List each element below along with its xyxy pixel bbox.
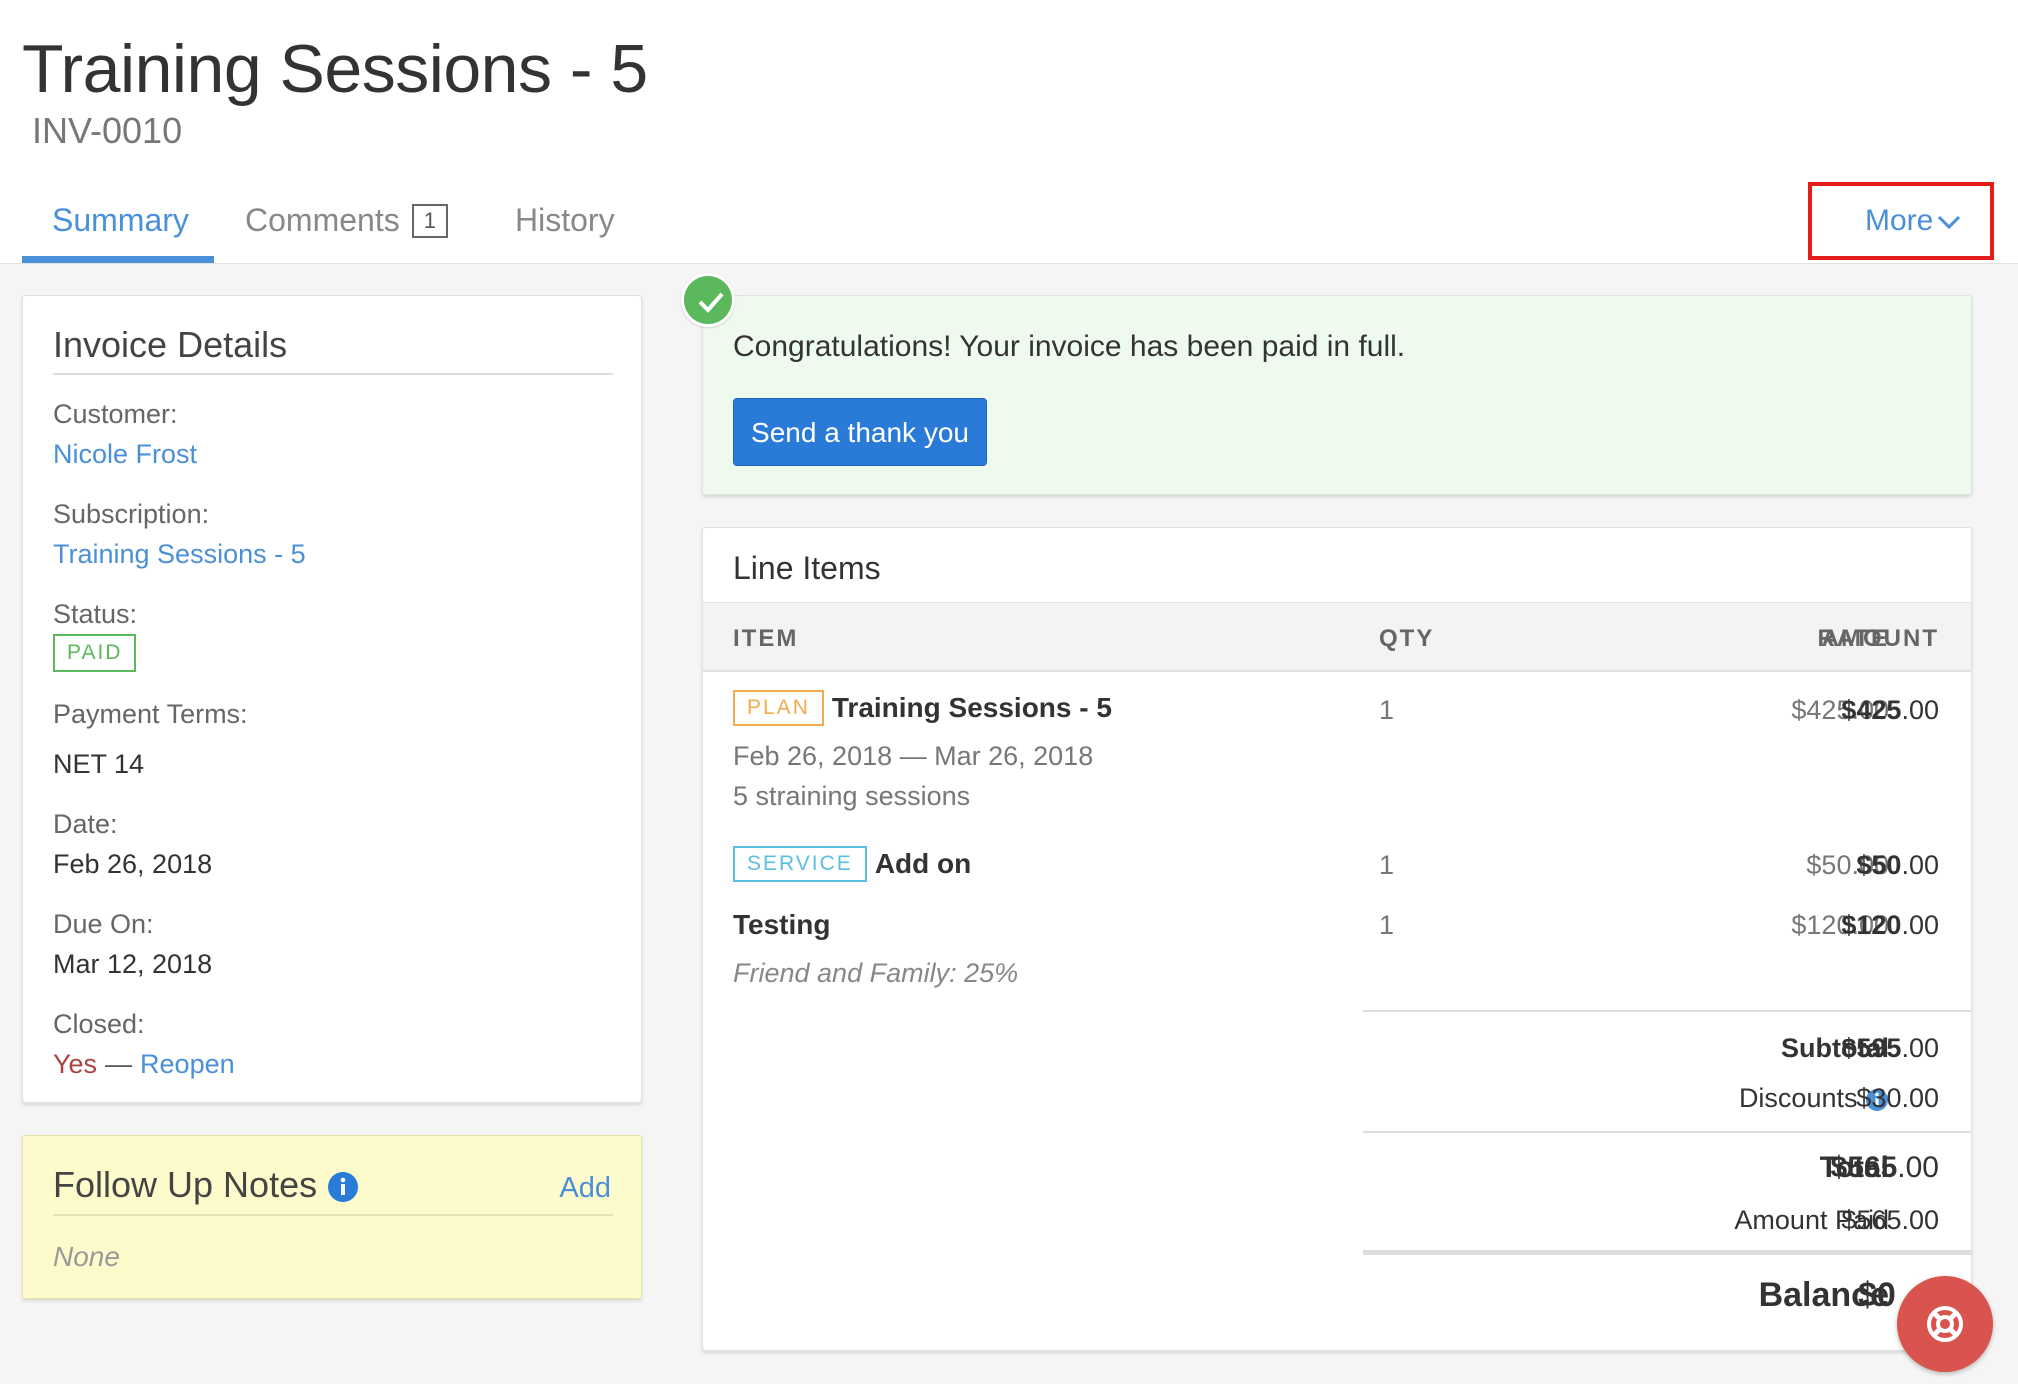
total-value: $565.00 bbox=[1739, 1151, 1939, 1185]
tab-summary-label: Summary bbox=[52, 202, 189, 238]
line-item-qty: 1 bbox=[1379, 695, 1395, 725]
due-on-label: Due On: bbox=[53, 909, 154, 939]
line-item-name: Testing bbox=[733, 908, 831, 940]
customer-label: Customer: bbox=[53, 399, 178, 429]
plan-tag: PLAN bbox=[733, 690, 824, 726]
divider bbox=[1363, 1250, 1971, 1255]
more-label: More bbox=[1865, 204, 1934, 237]
column-header-item: ITEM bbox=[733, 625, 799, 652]
closed-value: Yes bbox=[53, 1049, 98, 1079]
balance-value: $0 bbox=[1858, 1276, 1896, 1314]
invoice-details-card: Invoice Details Customer: Nicole Frost S… bbox=[22, 295, 642, 1103]
subtotal-cents: .00 bbox=[1901, 1033, 1939, 1063]
service-tag: SERVICE bbox=[733, 846, 867, 882]
amount-whole: $120 bbox=[1841, 910, 1902, 940]
closed-separator: — bbox=[105, 1049, 133, 1079]
payment-terms-label: Payment Terms: bbox=[53, 699, 248, 729]
payment-success-panel: Congratulations! Your invoice has been p… bbox=[702, 295, 1972, 495]
amount-cents: .00 bbox=[1901, 910, 1939, 940]
line-item-amount: $50.00 bbox=[1739, 850, 1939, 881]
balance-label: Balance bbox=[1758, 1276, 1889, 1314]
customer-link[interactable]: Nicole Frost bbox=[53, 439, 197, 470]
line-items-card: Line Items ITEM QTY RATE AMOUNT PLAN Trai… bbox=[702, 527, 1972, 1351]
subscription-link[interactable]: Training Sessions - 5 bbox=[53, 539, 306, 570]
payment-terms-value: NET 14 bbox=[53, 749, 145, 779]
page-header: Training Sessions - 5 INV-0010 Summary C… bbox=[0, 0, 2018, 264]
closed-row: Yes — Reopen bbox=[53, 1049, 235, 1080]
page-title: Training Sessions - 5 bbox=[22, 31, 648, 107]
add-note-link[interactable]: Add bbox=[559, 1172, 611, 1205]
comments-count-badge: 1 bbox=[411, 203, 448, 238]
column-header-qty: QTY bbox=[1379, 625, 1435, 652]
amount-cents: .00 bbox=[1901, 695, 1939, 725]
follow-up-notes-card: Follow Up Notes Add None bbox=[22, 1135, 642, 1299]
help-button[interactable] bbox=[1897, 1276, 1993, 1372]
closed-label: Closed: bbox=[53, 1009, 145, 1039]
info-icon[interactable] bbox=[327, 1171, 359, 1203]
line-item-plan: PLAN Training Sessions - 5 bbox=[733, 690, 1112, 726]
line-items-heading: Line Items bbox=[733, 550, 881, 586]
line-item-testing: Testing bbox=[733, 908, 830, 941]
divider bbox=[53, 1214, 613, 1216]
follow-up-notes-title: Follow Up Notes bbox=[53, 1164, 318, 1205]
checkmark-icon bbox=[681, 273, 735, 327]
line-items-header-row: ITEM QTY RATE AMOUNT bbox=[703, 602, 1971, 672]
line-item-period: Feb 26, 2018 — Mar 26, 2018 bbox=[733, 741, 1094, 771]
active-tab-indicator bbox=[22, 256, 214, 263]
tab-history[interactable]: History bbox=[515, 202, 615, 239]
total-whole: $565 bbox=[1830, 1151, 1898, 1184]
line-item-service: SERVICE Add on bbox=[733, 846, 971, 882]
line-item-qty: 1 bbox=[1379, 910, 1395, 940]
divider bbox=[53, 373, 613, 375]
invoice-details-heading: Invoice Details bbox=[53, 324, 288, 365]
line-item-qty: 1 bbox=[1379, 850, 1395, 880]
amount-paid-value: $565.00 bbox=[1841, 1205, 1939, 1235]
date-label: Date: bbox=[53, 809, 118, 839]
subscription-label: Subscription: bbox=[53, 499, 210, 529]
send-thank-you-button[interactable]: Send a thank you bbox=[733, 398, 987, 466]
success-message: Congratulations! Your invoice has been p… bbox=[733, 330, 1406, 363]
line-item-description: 5 straining sessions bbox=[733, 781, 971, 811]
date-value: Feb 26, 2018 bbox=[53, 849, 213, 879]
reopen-link[interactable]: Reopen bbox=[140, 1049, 235, 1079]
chevron-down-icon bbox=[1938, 216, 1961, 230]
follow-up-notes-heading: Follow Up Notes bbox=[53, 1164, 359, 1206]
line-item-name: Training Sessions - 5 bbox=[831, 692, 1112, 723]
tab-comments-label: Comments bbox=[245, 202, 400, 238]
due-on-value: Mar 12, 2018 bbox=[53, 949, 213, 979]
discount-note: Friend and Family: 25% bbox=[733, 958, 1019, 988]
divider bbox=[1363, 1010, 1971, 1012]
tab-comments[interactable]: Comments 1 bbox=[245, 202, 448, 240]
lifebuoy-icon bbox=[1927, 1306, 1963, 1342]
line-item-amount: $120.00 bbox=[1739, 910, 1939, 941]
tab-summary[interactable]: Summary bbox=[52, 202, 189, 239]
line-item-amount: $425.00 bbox=[1739, 695, 1939, 726]
amount-whole: $425 bbox=[1841, 695, 1902, 725]
subtotal-value: $595.00 bbox=[1739, 1033, 1939, 1064]
total-cents: .00 bbox=[1897, 1151, 1939, 1184]
status-label: Status: bbox=[53, 599, 138, 629]
tab-history-label: History bbox=[515, 202, 615, 238]
amount-whole: $50 bbox=[1856, 850, 1902, 880]
notes-empty-text: None bbox=[53, 1241, 120, 1272]
column-header-amount: AMOUNT bbox=[1821, 625, 1939, 652]
discounts-value: $30.00 bbox=[1856, 1083, 1939, 1113]
status-badge: PAID bbox=[53, 634, 137, 672]
more-dropdown-button[interactable]: More bbox=[1865, 204, 1961, 238]
line-item-name: Add on bbox=[874, 848, 972, 879]
amount-cents: .00 bbox=[1901, 850, 1939, 880]
divider bbox=[1363, 1131, 1971, 1133]
subtotal-whole: $595 bbox=[1841, 1033, 1902, 1063]
invoice-number: INV-0010 bbox=[32, 110, 183, 151]
